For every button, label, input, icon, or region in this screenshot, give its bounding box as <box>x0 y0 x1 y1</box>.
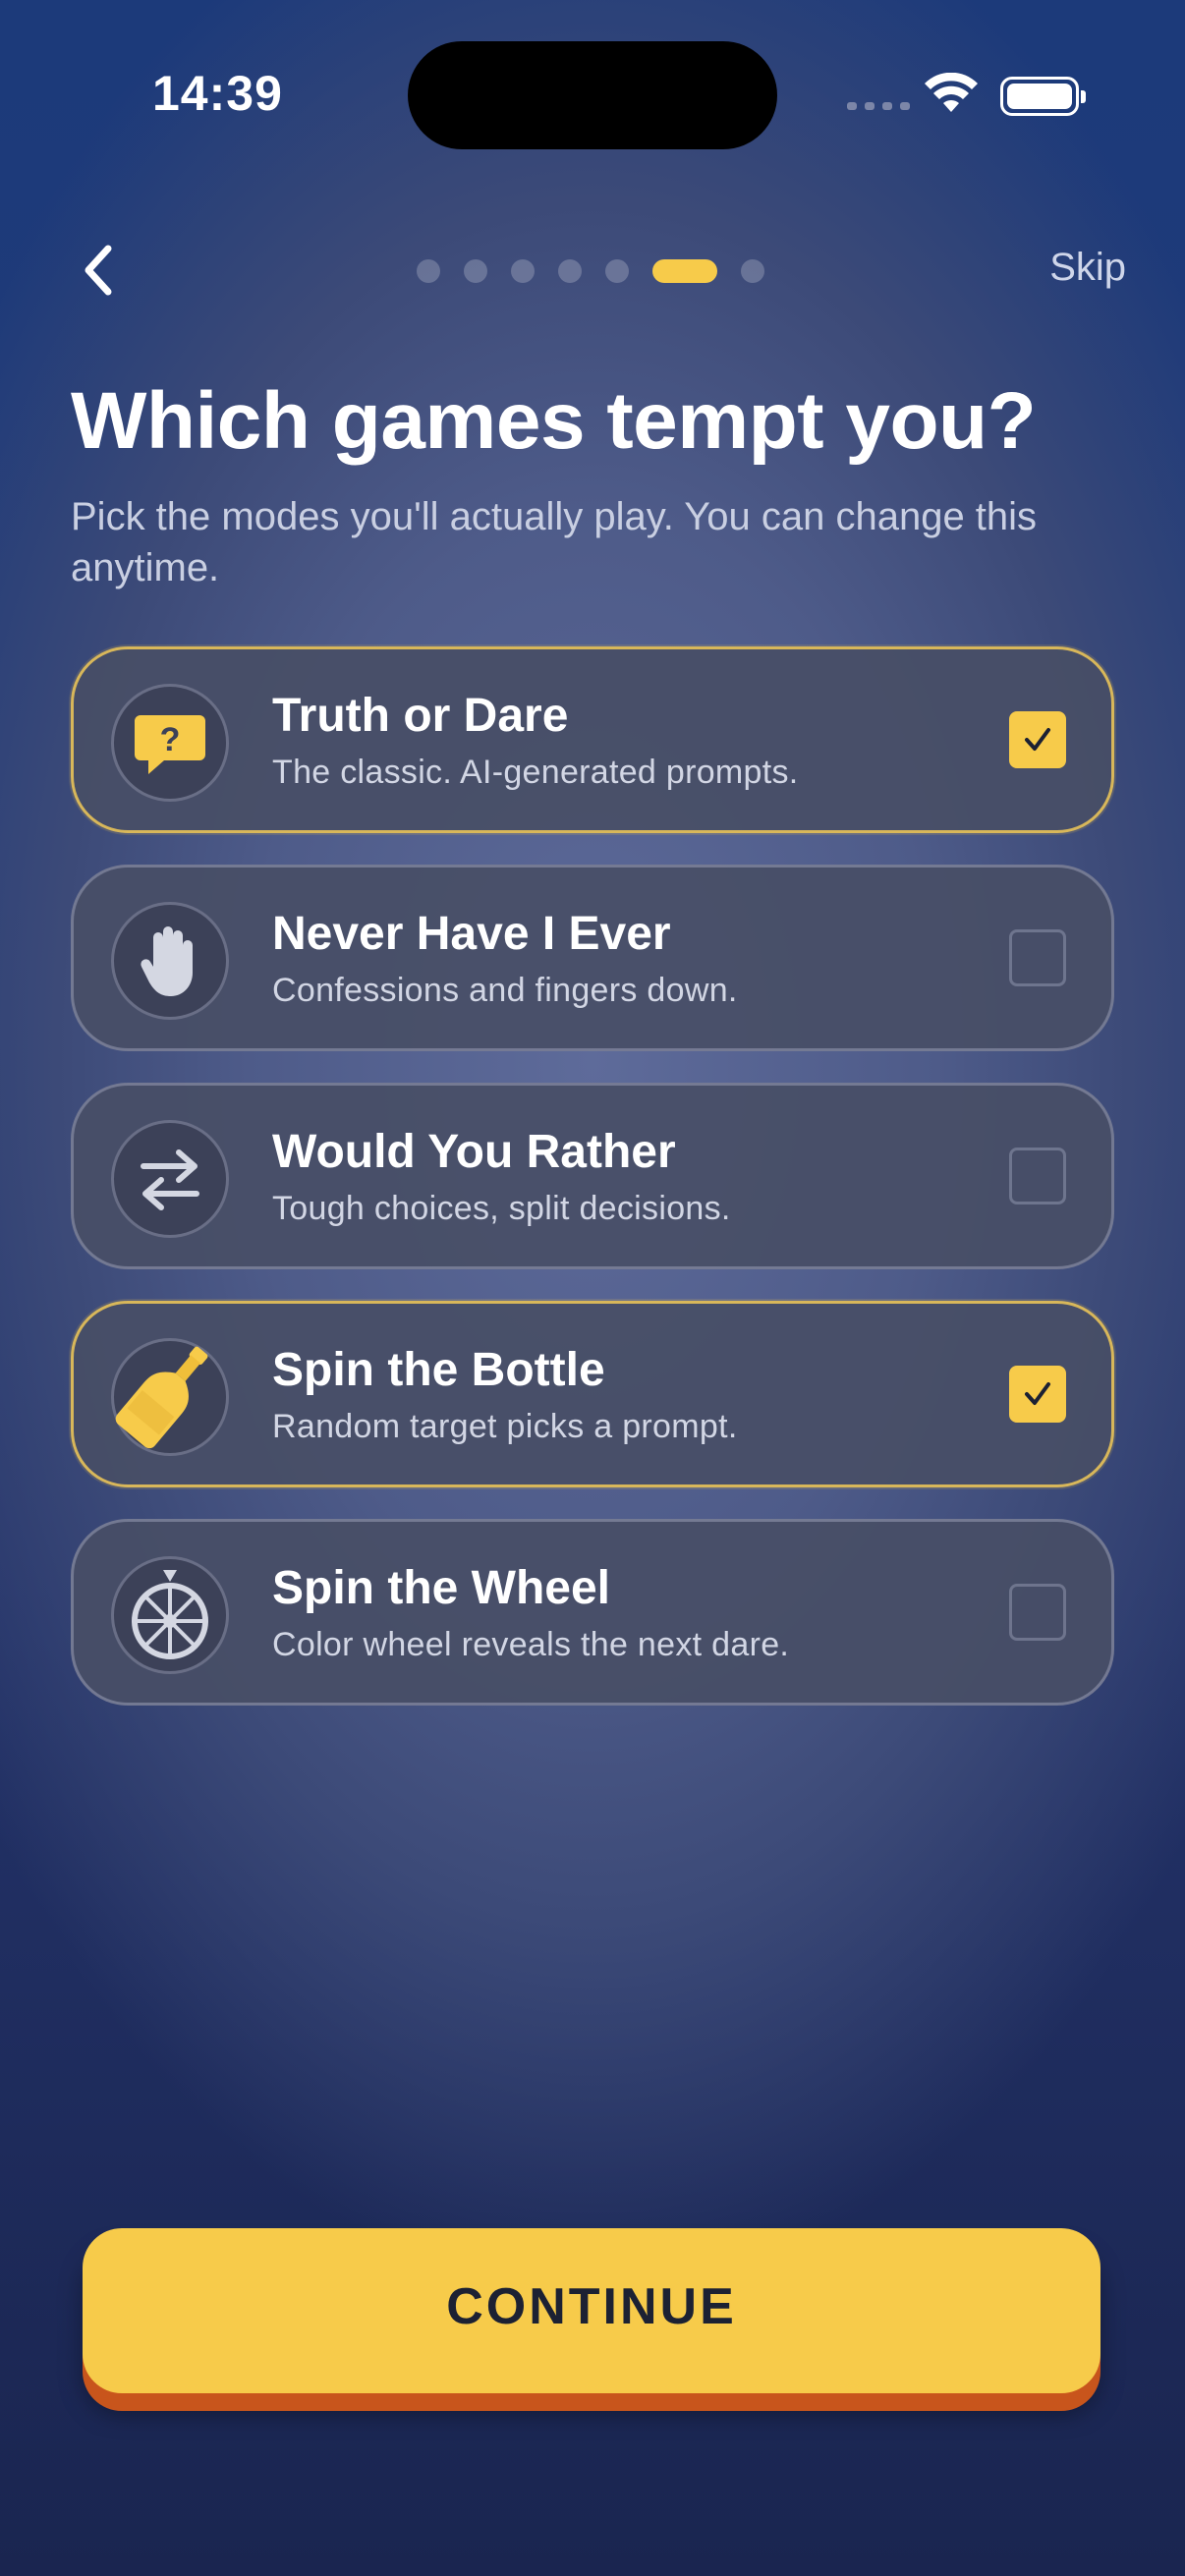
option-spin-the-bottle[interactable]: Spin the Bottle Random target picks a pr… <box>71 1301 1114 1487</box>
progress-dot-active <box>652 259 717 283</box>
checkmark-icon <box>1025 728 1050 751</box>
option-subtitle: The classic. AI-generated prompts. <box>272 754 799 791</box>
option-title: Spin the Bottle <box>272 1344 605 1396</box>
battery-icon <box>1000 77 1086 116</box>
option-truth-or-dare[interactable]: ? Truth or Dare The classic. AI-generate… <box>71 646 1114 833</box>
status-time: 14:39 <box>152 66 283 121</box>
option-spin-the-wheel[interactable]: Spin the Wheel Color wheel reveals the n… <box>71 1519 1114 1706</box>
option-icon <box>111 1338 229 1456</box>
option-checkbox[interactable] <box>1009 1148 1066 1204</box>
back-button[interactable] <box>69 236 128 305</box>
progress-dot <box>558 259 582 283</box>
bottle-icon <box>115 1346 208 1449</box>
chevron-left-icon <box>85 245 112 296</box>
swap-arrows-icon <box>141 1149 199 1210</box>
option-never-have-i-ever[interactable]: Never Have I Ever Confessions and finger… <box>71 865 1114 1051</box>
option-checkbox[interactable] <box>1009 711 1066 768</box>
option-checkbox[interactable] <box>1009 929 1066 986</box>
wheel-icon <box>132 1570 208 1659</box>
option-would-you-rather[interactable]: Would You Rather Tough choices, split de… <box>71 1083 1114 1269</box>
option-subtitle: Random target picks a prompt. <box>272 1408 738 1445</box>
option-icon <box>111 902 229 1020</box>
progress-dot <box>605 259 629 283</box>
option-subtitle: Color wheel reveals the next dare. <box>272 1626 790 1663</box>
progress-dot <box>464 259 487 283</box>
progress-dot <box>741 259 764 283</box>
question-bubble-icon: ? <box>135 715 205 774</box>
progress-dot <box>511 259 535 283</box>
onboarding-progress <box>417 259 764 283</box>
option-title: Never Have I Ever <box>272 908 671 960</box>
raised-hand-icon <box>141 926 193 996</box>
svg-text:?: ? <box>160 721 181 758</box>
page-title: Which games tempt you? <box>71 376 1037 466</box>
option-icon <box>111 1556 229 1674</box>
progress-dot <box>417 259 440 283</box>
continue-button[interactable]: CONTINUE <box>83 2228 1100 2393</box>
option-checkbox[interactable] <box>1009 1584 1066 1641</box>
option-title: Spin the Wheel <box>272 1562 611 1614</box>
option-subtitle: Tough choices, split decisions. <box>272 1190 731 1227</box>
option-icon <box>111 1120 229 1238</box>
checkmark-icon <box>1025 1382 1050 1405</box>
option-title: Truth or Dare <box>272 690 569 742</box>
page-subtitle: Pick the modes you'll actually play. You… <box>71 495 1038 589</box>
option-checkbox[interactable] <box>1009 1366 1066 1423</box>
game-options-list: ? Truth or Dare The classic. AI-generate… <box>71 646 1114 1737</box>
option-subtitle: Confessions and fingers down. <box>272 972 738 1009</box>
dynamic-island <box>408 41 777 149</box>
option-icon: ? <box>111 684 229 802</box>
skip-button[interactable]: Skip <box>1049 246 1126 290</box>
cellular-signal-icon <box>847 102 910 110</box>
wifi-icon <box>925 73 978 112</box>
option-title: Would You Rather <box>272 1126 676 1178</box>
